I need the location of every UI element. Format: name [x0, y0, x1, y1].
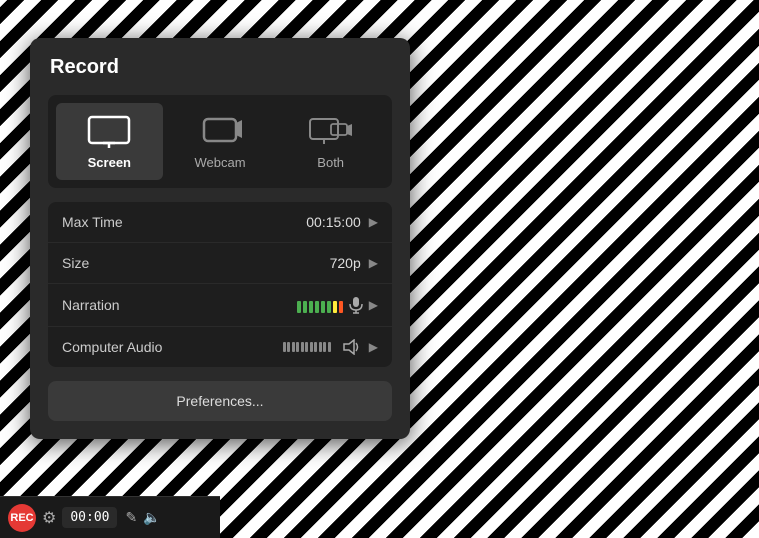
abar-8 — [314, 342, 317, 352]
screen-icon — [87, 115, 131, 149]
abar-1 — [283, 342, 286, 352]
max-time-value: 00:15:00 — [182, 214, 361, 230]
bar-8 — [339, 301, 343, 313]
max-time-label: Max Time — [62, 214, 182, 230]
mode-webcam-button[interactable]: Webcam — [167, 103, 274, 180]
abar-6 — [305, 342, 308, 352]
max-time-row[interactable]: Max Time 00:15:00 ▶ — [48, 202, 392, 243]
abar-10 — [323, 342, 326, 352]
abar-11 — [328, 342, 331, 352]
settings-section: Max Time 00:15:00 ▶ Size 720p ▶ Narratio… — [48, 202, 392, 367]
bar-4 — [315, 301, 319, 313]
abar-4 — [296, 342, 299, 352]
gear-button[interactable]: ⚙ — [42, 508, 56, 528]
speaker-icon — [343, 339, 361, 355]
narration-bars — [297, 297, 343, 313]
panel-title: Record — [48, 56, 392, 79]
bar-6 — [327, 301, 331, 313]
bar-3 — [309, 301, 313, 313]
size-value: 720p — [182, 255, 361, 271]
preferences-button[interactable]: Preferences... — [48, 381, 392, 421]
computer-audio-row[interactable]: Computer Audio — [48, 327, 392, 367]
narration-meter — [182, 296, 363, 314]
both-icon — [309, 115, 353, 149]
abar-2 — [287, 342, 290, 352]
bar-5 — [321, 301, 325, 313]
volume-icon[interactable]: 🔈 — [143, 509, 160, 526]
audio-meter — [182, 339, 363, 355]
mic-icon — [349, 296, 363, 314]
mode-screen-button[interactable]: Screen — [56, 103, 163, 180]
size-label: Size — [62, 255, 182, 271]
audio-bars — [283, 340, 331, 354]
narration-chevron: ▶ — [369, 298, 378, 312]
webcam-icon — [198, 115, 242, 149]
both-label: Both — [317, 155, 344, 170]
computer-audio-label: Computer Audio — [62, 339, 182, 355]
max-time-chevron: ▶ — [369, 215, 378, 229]
bar-2 — [303, 301, 307, 313]
mode-selector: Screen Webcam B — [48, 95, 392, 188]
abar-5 — [301, 342, 304, 352]
bar-1 — [297, 301, 301, 313]
size-row[interactable]: Size 720p ▶ — [48, 243, 392, 284]
pencil-icon[interactable]: ✎ — [125, 509, 137, 526]
timer-display: 00:00 — [62, 507, 117, 528]
bar-7 — [333, 301, 337, 313]
webcam-label: Webcam — [194, 155, 245, 170]
mode-both-button[interactable]: Both — [277, 103, 384, 180]
record-panel: Record Screen Webcam — [30, 38, 410, 439]
abar-9 — [319, 342, 322, 352]
screen-label: Screen — [88, 155, 131, 170]
narration-row[interactable]: Narration — [48, 284, 392, 327]
abar-7 — [310, 342, 313, 352]
bottom-bar: REC ⚙ 00:00 ✎ 🔈 — [0, 496, 220, 538]
size-chevron: ▶ — [369, 256, 378, 270]
narration-label: Narration — [62, 297, 182, 313]
audio-chevron: ▶ — [369, 340, 378, 354]
abar-3 — [292, 342, 295, 352]
rec-button[interactable]: REC — [8, 504, 36, 532]
